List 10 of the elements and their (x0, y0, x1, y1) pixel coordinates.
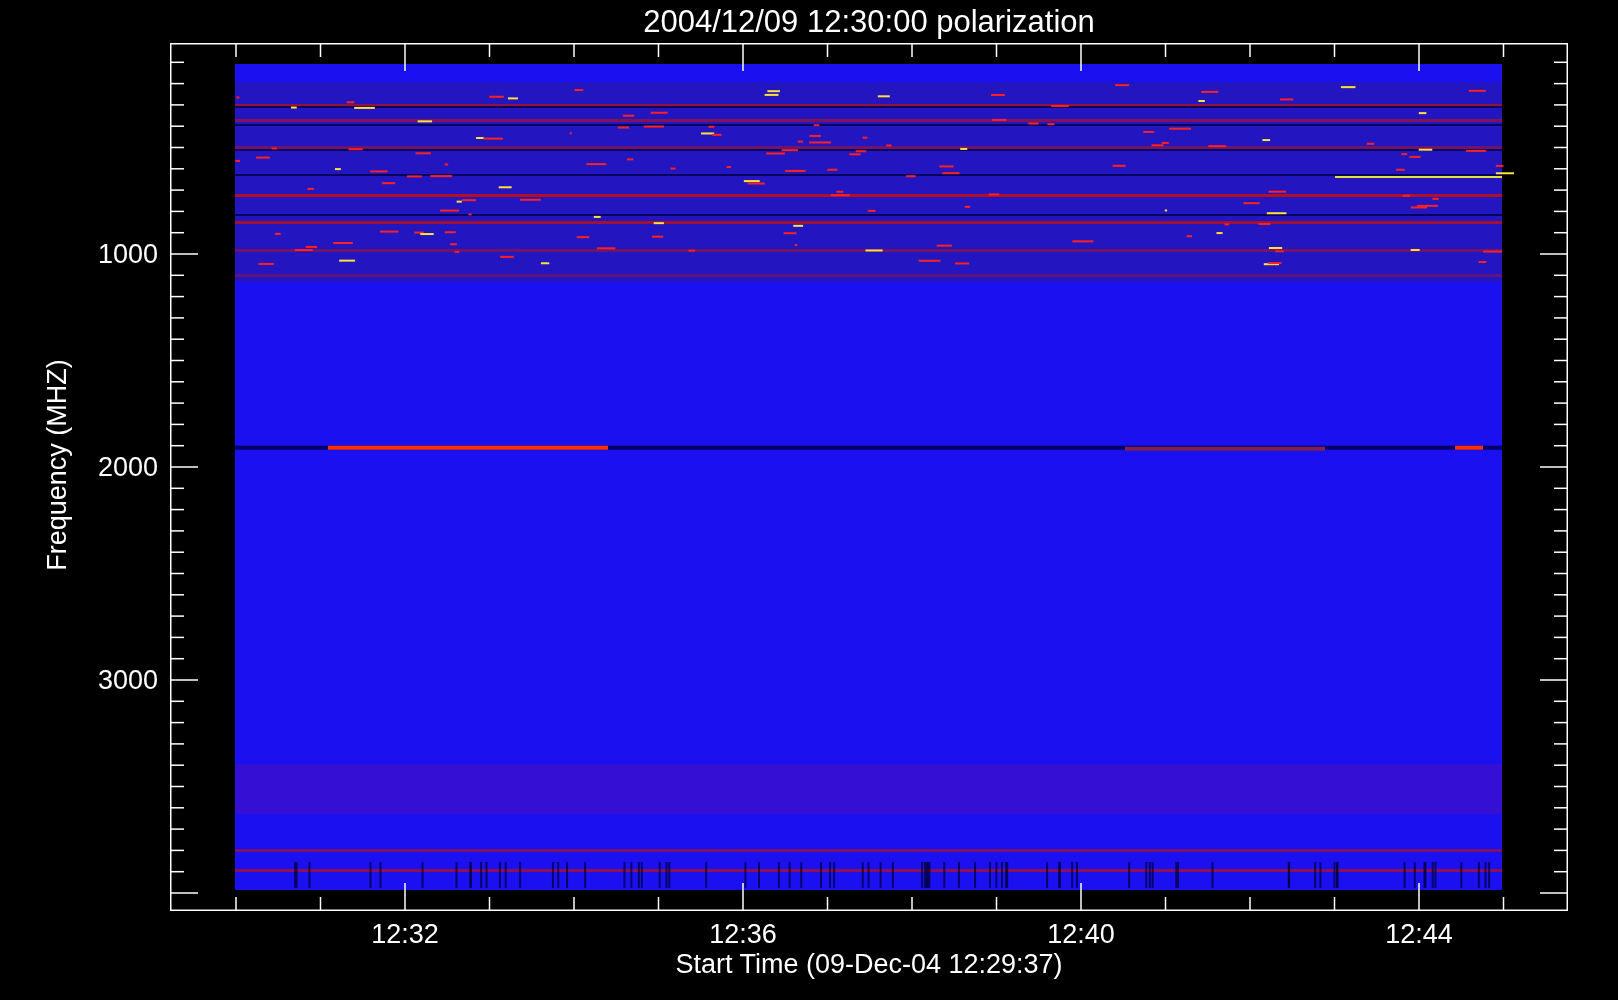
tick-label: 12:36 (709, 921, 777, 948)
chart-title: 2004/12/09 12:30:00 polarization (643, 6, 1095, 37)
tick-label: 3000 (97, 666, 158, 694)
tick-label: 12:40 (1047, 921, 1115, 948)
tick-label: 1000 (97, 240, 158, 268)
tick-label: 12:44 (1385, 921, 1453, 948)
x-axis-label: Start Time (09-Dec-04 12:29:37) (675, 951, 1063, 978)
y-axis-label: Frequency (MHZ) (43, 359, 71, 571)
tick-label: 2000 (97, 453, 158, 481)
tick-label: 12:32 (371, 921, 439, 948)
